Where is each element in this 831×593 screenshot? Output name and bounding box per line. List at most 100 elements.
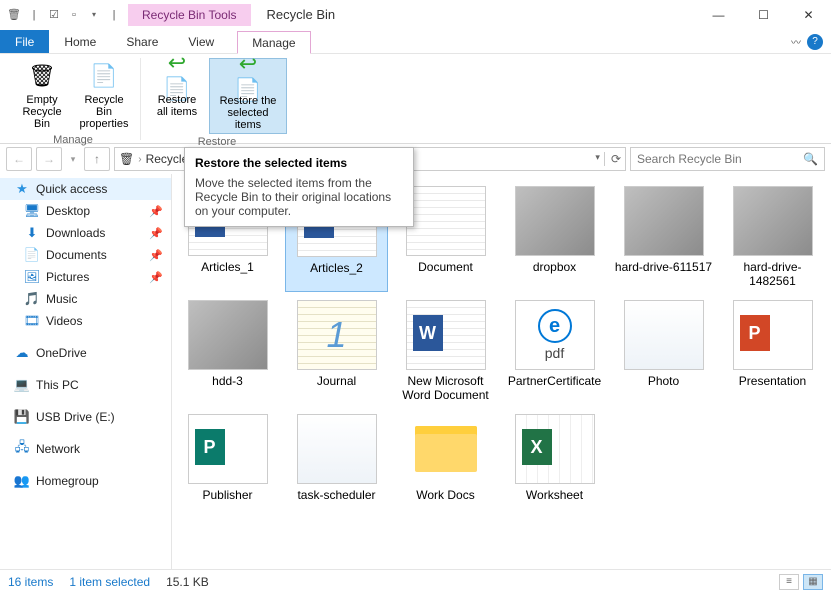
homegroup-label: Homegroup (36, 474, 99, 488)
documents-icon: 📄 (24, 247, 40, 263)
refresh-icon[interactable]: ⟳ (604, 152, 621, 166)
ribbon-group-manage: 🗑 Empty Recycle Bin 📄 Recycle Bin proper… (6, 58, 141, 140)
file-name: PartnerCertificate (508, 374, 601, 388)
file-name: Articles_1 (201, 260, 254, 274)
file-item[interactable]: PPresentation (721, 296, 824, 406)
file-item[interactable]: hard-drive-611517 (612, 182, 715, 292)
desktop-icon: 🖥 (24, 203, 40, 219)
recycle-bin-properties-button[interactable]: 📄 Recycle Bin properties (74, 58, 134, 132)
sidebar-usb[interactable]: 💾USB Drive (E:) (0, 406, 171, 428)
maximize-button[interactable]: ☐ (741, 0, 786, 30)
file-item[interactable]: hard-drive-1482561 (721, 182, 824, 292)
tab-manage[interactable]: Manage (237, 31, 310, 54)
restore-all-button[interactable]: ↩📄 Restore all items (147, 58, 207, 134)
sidebar-network[interactable]: 🖧 Network (0, 438, 171, 460)
forward-button[interactable]: → (36, 147, 62, 171)
music-icon: 🎵 (24, 291, 40, 307)
sidebar-homegroup[interactable]: 👥 Homegroup (0, 470, 171, 492)
file-name: Articles_2 (310, 261, 363, 275)
file-item[interactable]: Photo (612, 296, 715, 406)
file-item[interactable]: task-scheduler (285, 410, 388, 506)
close-button[interactable]: ✕ (786, 0, 831, 30)
up-button[interactable]: ↑ (84, 147, 110, 171)
pictures-label: Pictures (46, 270, 89, 284)
network-icon: 🖧 (14, 441, 30, 457)
file-item[interactable]: Work Docs (394, 410, 497, 506)
recent-locations-button[interactable]: ▾ (66, 147, 80, 171)
music-label: Music (46, 292, 77, 306)
navigation-pane: ★ Quick access 🖥Desktop📌 ⬇Downloads📌 📄Do… (0, 174, 172, 569)
network-label: Network (36, 442, 80, 456)
file-name: Work Docs (416, 488, 474, 502)
sidebar-music[interactable]: 🎵 Music (0, 288, 171, 310)
file-list[interactable]: WArticles_1WArticles_2Documentdropboxhar… (172, 174, 831, 569)
address-bar: ← → ▾ ↑ 🗑 › Recycle ▾ ⟳ 🔍 (0, 144, 831, 174)
onedrive-icon: ☁ (14, 345, 30, 361)
sidebar-videos[interactable]: 🎞Videos (0, 310, 171, 332)
file-item[interactable]: PPublisher (176, 410, 279, 506)
view-toggle: ≡ ▦ (779, 574, 823, 590)
file-name: Worksheet (526, 488, 583, 502)
search-box[interactable]: 🔍 (630, 147, 825, 171)
pin-icon: 📌 (149, 205, 163, 218)
videos-label: Videos (46, 314, 82, 328)
restore-selected-label: Restore the selected items (214, 95, 282, 131)
file-item[interactable]: epdfPartnerCertificate (503, 296, 606, 406)
qat-dropdown-icon[interactable]: ▾ (86, 7, 102, 23)
minimize-button[interactable]: — (696, 0, 741, 30)
file-item[interactable]: 1Journal (285, 296, 388, 406)
restore-selected-button[interactable]: ↩📄 Restore the selected items (209, 58, 287, 134)
file-item[interactable]: dropbox (503, 182, 606, 292)
group-label-manage: Manage (53, 132, 93, 146)
empty-recycle-bin-button[interactable]: 🗑 Empty Recycle Bin (12, 58, 72, 132)
qat-separator: | (26, 7, 42, 23)
restore-all-icon: ↩📄 (161, 60, 193, 92)
file-name: hard-drive-1482561 (723, 260, 822, 288)
help-icon[interactable]: ? (807, 34, 823, 50)
restore-selected-icon: ↩📄 (232, 61, 264, 93)
file-item[interactable]: hdd-3 (176, 296, 279, 406)
icons-view-icon[interactable]: ▦ (803, 574, 823, 590)
file-name: hdd-3 (212, 374, 243, 388)
history-dropdown-icon[interactable]: ▾ (595, 152, 600, 166)
file-name: Presentation (739, 374, 806, 388)
properties-qat-icon[interactable]: ☑ (46, 7, 62, 23)
file-name: task-scheduler (297, 488, 375, 502)
file-item[interactable]: WNew Microsoft Word Document (394, 296, 497, 406)
file-name: Journal (317, 374, 356, 388)
sidebar-documents[interactable]: 📄Documents📌 (0, 244, 171, 266)
file-item[interactable]: XWorksheet (503, 410, 606, 506)
tab-file[interactable]: File (0, 30, 49, 53)
details-view-icon[interactable]: ≡ (779, 574, 799, 590)
pictures-icon: 🖼 (24, 269, 40, 285)
ribbon-collapse-icon[interactable]: 〰 (791, 34, 801, 49)
this-pc-label: This PC (36, 378, 79, 392)
contextual-tab-label: Recycle Bin Tools (128, 4, 251, 26)
file-name: dropbox (533, 260, 576, 274)
file-name: hard-drive-611517 (615, 260, 712, 274)
sidebar-this-pc[interactable]: 💻 This PC (0, 374, 171, 396)
search-icon[interactable]: 🔍 (803, 152, 818, 166)
sidebar-downloads[interactable]: ⬇Downloads📌 (0, 222, 171, 244)
sidebar-desktop[interactable]: 🖥Desktop📌 (0, 200, 171, 222)
sidebar-pictures[interactable]: 🖼Pictures📌 (0, 266, 171, 288)
tab-home[interactable]: Home (49, 30, 111, 53)
back-button[interactable]: ← (6, 147, 32, 171)
path-segment[interactable]: Recycle (146, 152, 189, 166)
homegroup-icon: 👥 (14, 473, 30, 489)
file-name: New Microsoft Word Document (396, 374, 495, 402)
usb-icon: 💾 (14, 409, 30, 425)
status-count: 16 items (8, 575, 53, 589)
body: ★ Quick access 🖥Desktop📌 ⬇Downloads📌 📄Do… (0, 174, 831, 569)
search-input[interactable] (637, 152, 777, 166)
status-size: 15.1 KB (166, 575, 209, 589)
empty-label: Empty Recycle Bin (16, 94, 68, 130)
sidebar-onedrive[interactable]: ☁OneDrive (0, 342, 171, 364)
pc-icon: 💻 (14, 377, 30, 393)
ribbon-group-restore: ↩📄 Restore all items ↩📄 Restore the sele… (141, 58, 293, 140)
trash-icon: 🗑 (26, 60, 58, 92)
qat-separator: ▫ (66, 7, 82, 23)
pin-icon: 📌 (149, 227, 163, 240)
sidebar-quick-access[interactable]: ★ Quick access (0, 178, 171, 200)
chevron-right-icon: › (138, 154, 141, 165)
